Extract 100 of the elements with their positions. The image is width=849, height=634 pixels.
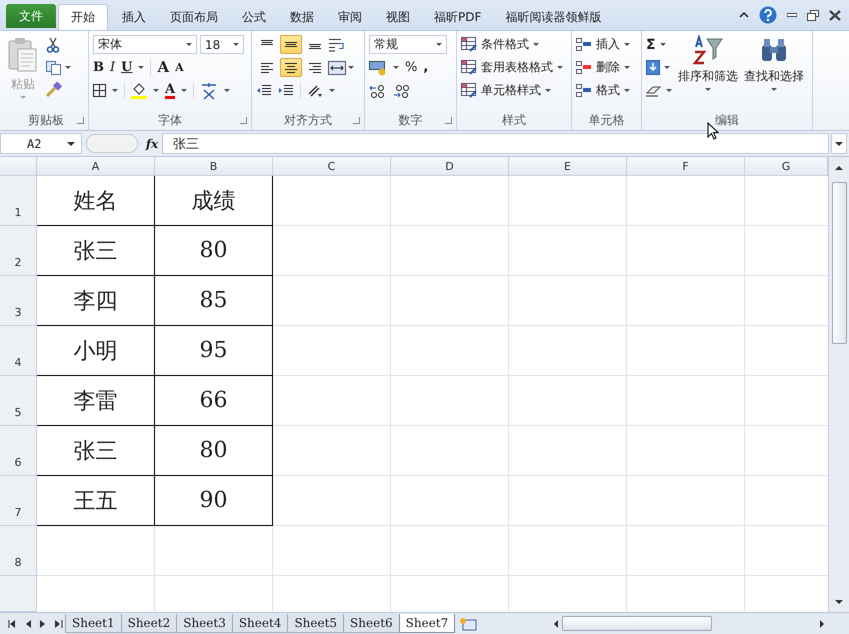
last-sheet-icon[interactable] bbox=[55, 620, 63, 628]
decrease-decimal-icon[interactable] bbox=[393, 84, 411, 98]
currency-icon[interactable] bbox=[369, 60, 387, 76]
shrink-font-button[interactable]: A bbox=[175, 62, 184, 73]
row-header[interactable]: 4 bbox=[0, 326, 37, 376]
format-painter-icon[interactable] bbox=[46, 82, 62, 97]
row-header[interactable]: 3 bbox=[0, 276, 37, 326]
vertical-scrollbar[interactable] bbox=[828, 157, 849, 612]
vertical-align-button[interactable] bbox=[280, 35, 302, 54]
ribbon-tab[interactable]: 审阅 bbox=[326, 4, 374, 30]
scrollbar-thumb[interactable] bbox=[832, 182, 846, 344]
eraser-icon[interactable] bbox=[646, 84, 662, 96]
font-size-dropdown[interactable]: 18 bbox=[200, 35, 244, 54]
style-menu-button[interactable]: 套用表格格式 bbox=[481, 59, 553, 76]
previous-sheet-icon[interactable] bbox=[25, 620, 31, 628]
autosum-button[interactable]: Σ bbox=[646, 36, 656, 52]
name-box[interactable]: A2 bbox=[0, 133, 82, 154]
font-name-dropdown[interactable]: 宋体 bbox=[93, 35, 197, 54]
ribbon-tab[interactable]: 页面布局 bbox=[158, 4, 230, 30]
column-header[interactable]: B bbox=[155, 157, 273, 176]
resize-handle-icon[interactable] bbox=[86, 134, 138, 153]
help-icon[interactable] bbox=[759, 6, 777, 24]
comma-style-button[interactable]: , bbox=[423, 60, 428, 75]
fill-down-icon[interactable] bbox=[646, 60, 660, 75]
merge-cells-icon[interactable] bbox=[328, 60, 346, 74]
row-header[interactable]: 5 bbox=[0, 376, 37, 426]
dialog-launcher-icon[interactable] bbox=[445, 117, 452, 124]
cells-menu-button[interactable]: 格式 bbox=[596, 82, 620, 99]
ribbon-tab[interactable]: 视图 bbox=[374, 4, 422, 30]
row-header[interactable]: 1 bbox=[0, 176, 37, 226]
group-label: 对齐方式 bbox=[284, 112, 332, 129]
ribbon-tab[interactable]: 插入 bbox=[110, 4, 158, 30]
close-icon[interactable] bbox=[829, 10, 841, 20]
copy-icon[interactable] bbox=[46, 60, 62, 74]
style-menu-button[interactable]: 单元格样式 bbox=[481, 82, 541, 99]
minimize-icon[interactable] bbox=[787, 13, 797, 17]
scrollbar-thumb[interactable] bbox=[562, 616, 712, 631]
dialog-launcher-icon[interactable] bbox=[353, 117, 360, 124]
group-label: 单元格 bbox=[588, 112, 624, 129]
underline-button[interactable]: U bbox=[121, 61, 132, 74]
increase-decimal-icon[interactable] bbox=[369, 84, 387, 98]
find-select-button[interactable]: 查找和选择 bbox=[744, 35, 804, 111]
insert-function-button[interactable]: fx bbox=[142, 136, 162, 150]
sheet-tab[interactable]: Sheet3 bbox=[176, 614, 233, 633]
caret-icon bbox=[67, 142, 75, 146]
sheet-tab[interactable]: Sheet7 bbox=[398, 614, 456, 633]
increase-indent-icon[interactable] bbox=[278, 84, 294, 97]
formula-input[interactable]: 张三 bbox=[162, 133, 829, 154]
column-header[interactable]: E bbox=[509, 157, 627, 176]
cells-menu-button[interactable]: 删除 bbox=[596, 59, 620, 76]
column-header[interactable]: F bbox=[627, 157, 745, 176]
decrease-indent-icon[interactable] bbox=[256, 84, 272, 97]
new-sheet-icon[interactable] bbox=[459, 616, 478, 630]
next-sheet-icon[interactable] bbox=[40, 620, 46, 628]
caret-icon bbox=[393, 66, 399, 69]
font-color-button[interactable]: A bbox=[165, 82, 176, 98]
dialog-launcher-icon[interactable] bbox=[240, 117, 247, 124]
table-cell: 李四 bbox=[37, 276, 155, 326]
bold-button[interactable]: B bbox=[93, 61, 104, 74]
italic-button[interactable]: I bbox=[110, 61, 116, 74]
fill-color-icon[interactable] bbox=[131, 82, 147, 98]
sheet-tab[interactable]: Sheet2 bbox=[120, 614, 178, 633]
sheet-tab[interactable]: Sheet1 bbox=[65, 614, 122, 633]
phonetic-guide-icon[interactable] bbox=[200, 82, 218, 100]
scissors-icon[interactable] bbox=[46, 37, 60, 53]
align-lines-icon bbox=[308, 62, 322, 74]
borders-icon[interactable] bbox=[93, 84, 106, 97]
grow-font-button[interactable]: A bbox=[157, 60, 170, 75]
clipboard-icon[interactable] bbox=[8, 37, 38, 73]
row-header[interactable]: 2 bbox=[0, 226, 37, 276]
ribbon-tab[interactable]: 公式 bbox=[230, 4, 278, 30]
column-header[interactable]: D bbox=[391, 157, 509, 176]
ribbon-tab[interactable]: 开始 bbox=[58, 4, 108, 30]
restore-icon[interactable] bbox=[807, 10, 819, 20]
table-style-icon bbox=[461, 37, 477, 52]
text-orientation-icon[interactable] bbox=[307, 84, 323, 98]
collapse-ribbon-icon[interactable] bbox=[739, 11, 749, 19]
dialog-launcher-icon[interactable] bbox=[77, 117, 84, 124]
number-format-dropdown[interactable]: 常规 bbox=[369, 35, 447, 54]
row-header[interactable]: 8 bbox=[0, 526, 37, 576]
style-menu-button[interactable]: 条件格式 bbox=[481, 36, 529, 53]
column-header[interactable]: A bbox=[37, 157, 155, 176]
horizontal-align-button[interactable] bbox=[280, 58, 302, 77]
row-header[interactable]: 6 bbox=[0, 426, 37, 476]
sort-filter-button[interactable]: 排序和筛选 bbox=[678, 35, 738, 111]
sheet-tab[interactable]: Sheet4 bbox=[232, 614, 288, 633]
row-header[interactable]: 7 bbox=[0, 476, 37, 526]
first-sheet-icon[interactable] bbox=[8, 620, 16, 628]
column-header[interactable]: C bbox=[273, 157, 391, 176]
percent-button[interactable]: % bbox=[405, 60, 418, 75]
wrap-text-icon[interactable] bbox=[328, 38, 346, 52]
sheet-tab[interactable]: Sheet6 bbox=[343, 614, 400, 633]
file-tab[interactable]: 文件 bbox=[6, 4, 56, 28]
ribbon-tab[interactable]: 福昕阅读器领鲜版 bbox=[493, 4, 614, 30]
sheet-tab[interactable]: Sheet5 bbox=[287, 614, 344, 633]
ribbon-tab[interactable]: 数据 bbox=[278, 4, 326, 30]
expand-formula-bar-button[interactable] bbox=[831, 133, 847, 154]
cells-menu-button[interactable]: 插入 bbox=[596, 36, 620, 53]
column-header[interactable]: G bbox=[745, 157, 828, 176]
ribbon-tab[interactable]: 福昕PDF bbox=[422, 4, 494, 30]
